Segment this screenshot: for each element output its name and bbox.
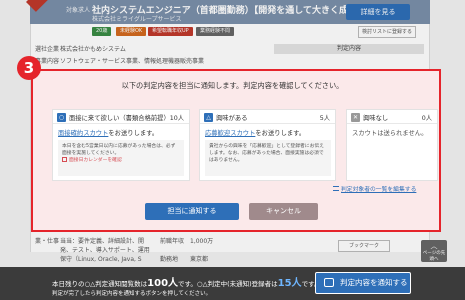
column-header: ○ 面接に来て欲しい（書類合格前提） 10人 bbox=[53, 110, 189, 124]
list-icon bbox=[333, 186, 339, 191]
edit-list-label: 判定対象者の一覧を編集する bbox=[341, 187, 417, 193]
column-name: 興味なし bbox=[363, 115, 389, 122]
footer-status: 本日残りの○△判定通知閲覧数は100人です。○△判定中(未通知)登録者は15人で… bbox=[52, 274, 320, 289]
column-header: △ 興味がある 5人 bbox=[200, 110, 335, 124]
cross-icon: ✕ bbox=[351, 113, 360, 122]
judgement-column-cross: ✕ 興味なし 0人 スカウトは送られません。 bbox=[346, 109, 438, 181]
column-count: 5人 bbox=[319, 115, 330, 122]
column-message: 本日を含む5営業日以内に応募があった場合は、必ず面接を実施してください。 面接日… bbox=[58, 140, 184, 176]
no-scout-note: スカウトは送られません。 bbox=[352, 130, 428, 137]
notify-button[interactable]: 担当に通知する bbox=[145, 203, 239, 220]
notify-icon bbox=[324, 278, 334, 287]
scout-suffix: をお送りします。 bbox=[108, 130, 159, 137]
interview-scout-link[interactable]: 面接確約スカウト bbox=[58, 130, 108, 137]
edit-list-link[interactable]: 判定対象者の一覧を編集する bbox=[333, 184, 416, 193]
calendar-link[interactable]: 面接日カレンダーを確認 bbox=[62, 157, 180, 164]
column-message-text: 貴社からの興味を「応募歓迎」として登録者にお伝えします。なお、応募があった場合、… bbox=[209, 144, 324, 163]
footer-middle: です。○△判定中(未通知)登録者は bbox=[178, 280, 278, 288]
notify-judgement-label: 判定内容を通知する bbox=[340, 278, 408, 287]
circle-icon: ○ bbox=[57, 113, 66, 122]
footer-instruction: 判定が完了したら判定内容を通知するボタンを押してください。 bbox=[52, 291, 212, 297]
judgement-column-circle: ○ 面接に来て欲しい（書類合格前提） 10人 面接確約スカウトをお送りします。 … bbox=[52, 109, 190, 181]
footer-prefix: 本日残りの○△判定通知閲覧数は bbox=[52, 280, 148, 288]
column-name: 面接に来て欲しい（書類合格前提） bbox=[69, 115, 170, 122]
scout-line: 面接確約スカウトをお送りします。 bbox=[58, 128, 158, 137]
column-message: 貴社からの興味を「応募歓迎」として登録者にお伝えします。なお、応募があった場合、… bbox=[205, 140, 331, 176]
column-header: ✕ 興味なし 0人 bbox=[347, 110, 437, 124]
footer-pending-count: 15人 bbox=[277, 278, 302, 289]
dialog-title: 以下の判定内容を担当に通知します。判定内容を確認してください。 bbox=[121, 81, 344, 90]
column-count: 10人 bbox=[169, 115, 184, 122]
column-count: 0人 bbox=[421, 115, 432, 122]
welcome-scout-link[interactable]: 応募歓迎スカウト bbox=[205, 130, 255, 137]
calendar-icon bbox=[62, 157, 67, 162]
scout-line: 応募歓迎スカウトをお送りします。 bbox=[205, 128, 305, 137]
calendar-link-label: 面接日カレンダーを確認 bbox=[69, 158, 122, 163]
column-message-text: 本日を含む5営業日以内に応募があった場合は、必ず面接を実施してください。 bbox=[62, 144, 176, 156]
column-name: 興味がある bbox=[216, 115, 248, 122]
judgement-column-triangle: △ 興味がある 5人 応募歓迎スカウトをお送りします。 貴社からの興味を「応募歓… bbox=[199, 109, 336, 181]
triangle-icon: △ bbox=[204, 113, 213, 122]
cancel-button[interactable]: キャンセル bbox=[249, 203, 318, 220]
step-badge: 3 bbox=[17, 56, 41, 80]
scout-suffix: をお送りします。 bbox=[255, 130, 306, 137]
footer-view-count: 100人 bbox=[147, 278, 179, 289]
notify-judgement-button[interactable]: 判定内容を通知する bbox=[315, 272, 411, 294]
